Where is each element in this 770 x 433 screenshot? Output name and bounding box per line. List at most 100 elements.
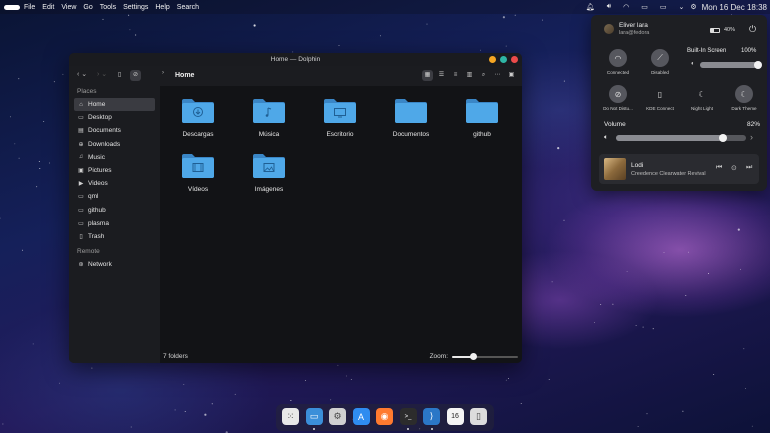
app-store-icon[interactable]: A xyxy=(352,408,370,425)
columns-view-icon[interactable]: ▥ xyxy=(464,70,475,81)
sidebar-item-pictures[interactable]: ▣ Pictures xyxy=(74,164,155,177)
previous-track-icon[interactable]: ⏮︎ xyxy=(716,164,722,172)
quick-tile-label: Connected xyxy=(606,70,630,75)
sidebar-item-videos[interactable]: ▶ Videos xyxy=(74,177,155,190)
sidebar-item-home[interactable]: ⌂ Home xyxy=(74,98,155,112)
zoom-control: Zoom: xyxy=(430,352,518,360)
quick-settings-panel: Eliver lara lara@fedora 40% ⏻ ◠ Connected… xyxy=(591,15,767,191)
menu-file[interactable]: File xyxy=(24,4,35,11)
split-view-icon[interactable]: ▯ xyxy=(114,70,125,81)
bluetooth-off-icon[interactable]: ⟋ xyxy=(651,49,669,67)
do-not-disturb-icon[interactable]: ⊘ xyxy=(609,85,627,103)
album-cover[interactable] xyxy=(604,158,626,180)
play-pause-icon[interactable]: ⊙ xyxy=(731,164,737,172)
wifi-icon[interactable]: ◠ xyxy=(609,49,627,67)
volume-more-chevron-icon[interactable]: › xyxy=(750,132,753,142)
sidebar-item-trash[interactable]: ▯ Trash xyxy=(74,230,155,243)
quick-tile-bluetooth-off[interactable]: ⟋ Disabled xyxy=(641,49,679,75)
window-titlebar[interactable]: Home — Dolphin xyxy=(69,53,522,66)
documents-icon: ▤ xyxy=(78,128,84,135)
more-options-icon[interactable]: ⋯ xyxy=(492,70,503,81)
places-toggle-icon[interactable]: ⊘ xyxy=(130,70,141,81)
preview-icon[interactable]: ▣ xyxy=(506,70,517,81)
kde-connect-icon[interactable]: ▯ xyxy=(651,85,669,103)
sidebar-item-music[interactable]: ♫ Music xyxy=(74,151,155,164)
night-light-icon[interactable]: ☾ xyxy=(693,85,711,103)
zoom-slider[interactable] xyxy=(452,352,518,360)
sidebar-item-documents[interactable]: ▤ Documents xyxy=(74,124,155,137)
brightness-icon: ◐ xyxy=(691,61,695,67)
folder-name: Música xyxy=(258,131,280,138)
menu-settings[interactable]: Settings xyxy=(123,4,148,11)
battery-icon[interactable]: ▭ xyxy=(660,3,667,11)
folder-item[interactable]: Música xyxy=(239,97,299,138)
volume-slider-handle[interactable] xyxy=(718,134,727,142)
brightness-slider[interactable] xyxy=(700,61,762,69)
screen-icon[interactable]: ▭ xyxy=(641,3,648,11)
menu-help[interactable]: Help xyxy=(155,4,169,11)
details-view-icon[interactable]: ≡ xyxy=(450,70,461,81)
quick-tile-dark-theme[interactable]: ☾ Dark Theme xyxy=(725,85,763,111)
brightness-slider-handle[interactable] xyxy=(754,61,762,69)
sidebar-item-desktop[interactable]: ▭ Desktop xyxy=(74,111,155,124)
sidebar-item-github[interactable]: ▭ github xyxy=(74,204,155,217)
icons-view-icon[interactable]: ▦ xyxy=(422,70,433,81)
calendar-icon[interactable]: 16 xyxy=(446,408,464,425)
chevron-icon[interactable]: ⌄ xyxy=(678,3,684,11)
sidebar-item-network[interactable]: ⊛ Network xyxy=(74,258,155,271)
user-info[interactable]: Eliver lara lara@fedora xyxy=(604,22,649,36)
sidebar-item-plasma[interactable]: ▭ plasma xyxy=(74,217,155,230)
menu-search[interactable]: Search xyxy=(177,4,199,11)
folder-item[interactable]: Documentos xyxy=(381,97,441,138)
breadcrumb-home[interactable]: Home xyxy=(175,72,194,79)
search-icon[interactable]: ⌕ xyxy=(478,70,489,81)
quick-tile-do-not-disturb[interactable]: ⊘ Do Not Distu... xyxy=(599,85,637,111)
trash-app-icon[interactable]: ▯ xyxy=(470,408,487,425)
clock[interactable]: Mon 16 Dec 18:38 xyxy=(702,3,767,12)
sidebar-item-downloads[interactable]: ⊕ Downloads xyxy=(74,138,155,151)
next-track-icon[interactable]: ⏭︎ xyxy=(746,164,752,172)
sidebar-item-label: plasma xyxy=(88,219,109,227)
wifi-icon[interactable]: ◠ xyxy=(623,3,629,11)
folder-item[interactable]: github xyxy=(452,97,512,138)
firefox-icon[interactable]: ◉ xyxy=(376,408,393,425)
speaker-icon[interactable]: 🔈︎ xyxy=(604,134,608,142)
close-button[interactable] xyxy=(511,56,518,63)
folder-item[interactable]: Descargas xyxy=(168,97,228,138)
sidebar-item-label: Pictures xyxy=(88,167,112,175)
minimize-button[interactable] xyxy=(489,56,496,63)
menu-tools[interactable]: Tools xyxy=(100,4,116,11)
zoom-slider-handle[interactable] xyxy=(470,352,478,360)
menu-view[interactable]: View xyxy=(61,4,76,11)
quick-tile-night-light[interactable]: ☾ Night Light xyxy=(683,85,721,112)
maximize-button[interactable] xyxy=(500,56,507,63)
forward-icon[interactable]: › ⌄ xyxy=(97,70,107,78)
menu-logo-icon[interactable] xyxy=(4,4,20,10)
folder-icon xyxy=(395,99,427,123)
power-icon[interactable]: ⏻ xyxy=(749,24,756,35)
settings-app-icon[interactable]: ⚙ xyxy=(329,408,346,425)
file-manager-icon[interactable]: ▭ xyxy=(305,408,323,425)
notification-icon[interactable]: 🔔︎ xyxy=(586,3,595,11)
folder-item[interactable]: Imágenes xyxy=(239,152,299,193)
settings-icon[interactable]: ⚙︎ xyxy=(690,3,696,11)
top-bar: File Edit View Go Tools Settings Help Se… xyxy=(0,0,770,14)
volume-icon[interactable]: 🔊︎ xyxy=(607,3,611,11)
folder-item[interactable]: Escritorio xyxy=(310,97,370,138)
vscode-icon[interactable]: ⟩ xyxy=(423,408,440,425)
folder-item[interactable]: Vídeos xyxy=(168,152,228,193)
quick-tile-wifi[interactable]: ◠ Connected xyxy=(599,49,637,75)
quick-tile-kde-connect[interactable]: ▯ KDE Connect xyxy=(641,85,679,112)
app-launcher-icon[interactable]: ⁙ xyxy=(282,408,299,425)
sidebar-item-qml[interactable]: ▭ qml xyxy=(74,190,155,203)
music-icon: ♫ xyxy=(78,154,84,161)
compact-view-icon[interactable]: ☰ xyxy=(436,70,447,81)
menu-edit[interactable]: Edit xyxy=(42,4,54,11)
dark-theme-icon[interactable]: ☾ xyxy=(735,85,753,103)
terminal-icon[interactable]: >_ xyxy=(399,408,417,425)
file-view[interactable]: 7 folders Zoom: Descargas Música Escritori… xyxy=(160,86,522,363)
menu-go[interactable]: Go xyxy=(83,4,92,11)
back-icon[interactable]: ‹ ⌄ xyxy=(77,70,87,78)
volume-slider[interactable] xyxy=(616,134,746,142)
avatar xyxy=(604,24,614,34)
